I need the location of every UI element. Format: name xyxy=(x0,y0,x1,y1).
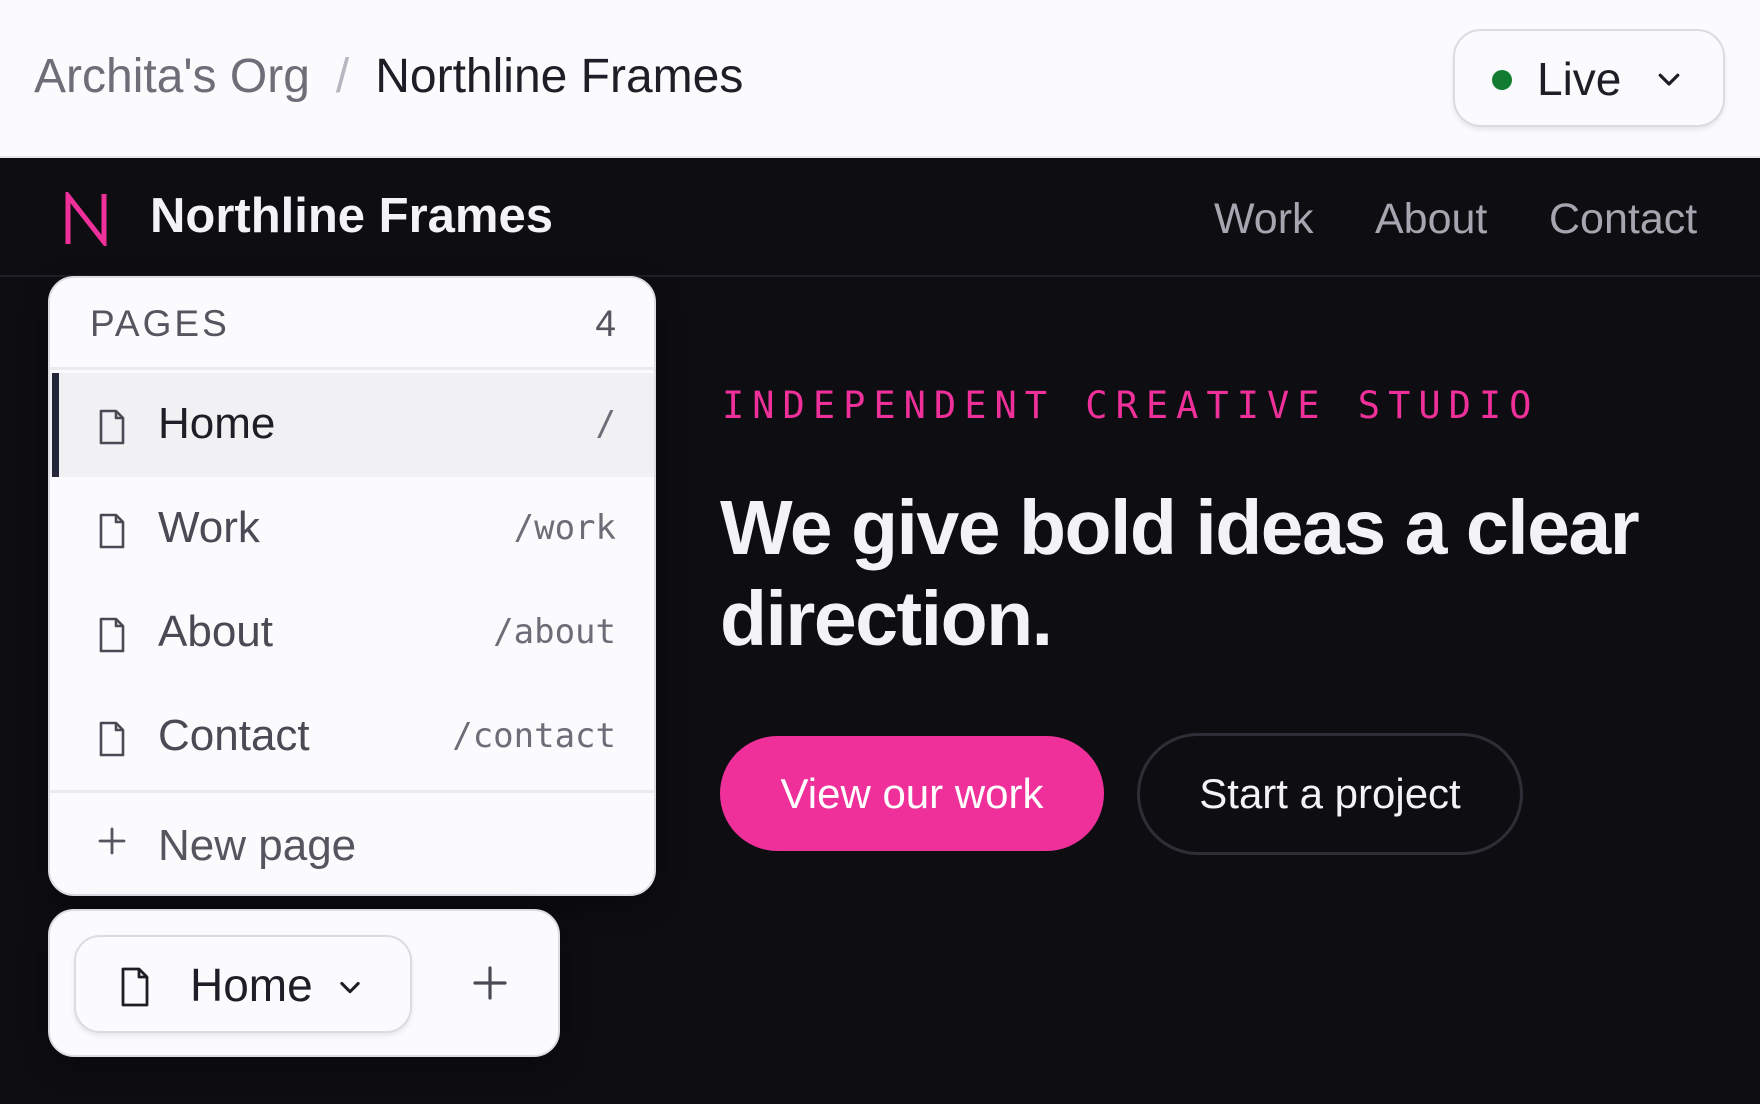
active-indicator xyxy=(52,373,59,477)
site-navbar: Northline Frames Work About Contact xyxy=(0,160,1760,277)
plus-icon xyxy=(473,966,507,1000)
current-page-label: Home xyxy=(190,959,313,1011)
page-icon xyxy=(99,617,125,653)
page-item-label: About xyxy=(158,607,273,656)
breadcrumb-org[interactable]: Archita's Org xyxy=(34,49,310,104)
pages-panel-header: PAGES 4 xyxy=(50,278,654,370)
page-icon xyxy=(99,721,125,757)
page-item-home[interactable]: Home / xyxy=(50,373,654,477)
page-item-label: Home xyxy=(158,399,276,448)
nav-link-contact[interactable]: Contact xyxy=(1549,192,1697,246)
current-page-dropdown[interactable]: Home xyxy=(74,935,412,1033)
plus-icon xyxy=(98,827,126,855)
breadcrumb: Archita's Org / Northline Frames xyxy=(34,46,743,106)
chevron-down-icon xyxy=(340,981,360,994)
publish-status-label: Live xyxy=(1537,53,1622,105)
hero-eyebrow: INDEPENDENT CREATIVE STUDIO xyxy=(722,384,1540,427)
page-icon xyxy=(99,513,125,549)
view-work-button[interactable]: View our work xyxy=(720,736,1104,851)
page-icon xyxy=(99,409,125,445)
site-name[interactable]: Northline Frames xyxy=(150,186,553,246)
page-item-path: / xyxy=(595,404,616,444)
page-icon xyxy=(121,967,149,1007)
page-item-work[interactable]: Work /work xyxy=(50,477,654,581)
live-status-dot xyxy=(1492,70,1512,90)
new-page-label: New page xyxy=(158,821,357,870)
breadcrumb-separator: / xyxy=(335,49,350,103)
hero-headline: We give bold ideas a clear direction. xyxy=(720,485,1640,662)
page-switcher: Home xyxy=(48,909,560,1057)
page-item-contact[interactable]: Contact /contact xyxy=(50,685,654,789)
publish-status-dropdown[interactable]: Live xyxy=(1453,29,1725,127)
n-logo-icon xyxy=(65,192,107,246)
new-page-button[interactable]: New page xyxy=(50,793,654,894)
pages-count: 4 xyxy=(595,303,616,344)
page-item-path: /contact xyxy=(452,716,616,756)
page-item-label: Contact xyxy=(158,711,310,760)
start-project-button[interactable]: Start a project xyxy=(1137,733,1523,855)
editor-topbar: Archita's Org / Northline Frames Live xyxy=(0,0,1760,158)
add-page-button[interactable] xyxy=(458,951,522,1015)
page-item-path: /work xyxy=(513,508,616,548)
page-item-path: /about xyxy=(493,612,616,652)
nav-link-about[interactable]: About xyxy=(1375,192,1487,246)
page-item-about[interactable]: About /about xyxy=(50,581,654,685)
page-item-label: Work xyxy=(158,503,260,552)
pages-panel: PAGES 4 Home / Work /work About /about C… xyxy=(48,276,656,896)
breadcrumb-site[interactable]: Northline Frames xyxy=(375,49,743,104)
pages-panel-title: PAGES xyxy=(90,303,230,344)
nav-link-work[interactable]: Work xyxy=(1214,192,1314,246)
chevron-down-icon xyxy=(1658,73,1680,86)
